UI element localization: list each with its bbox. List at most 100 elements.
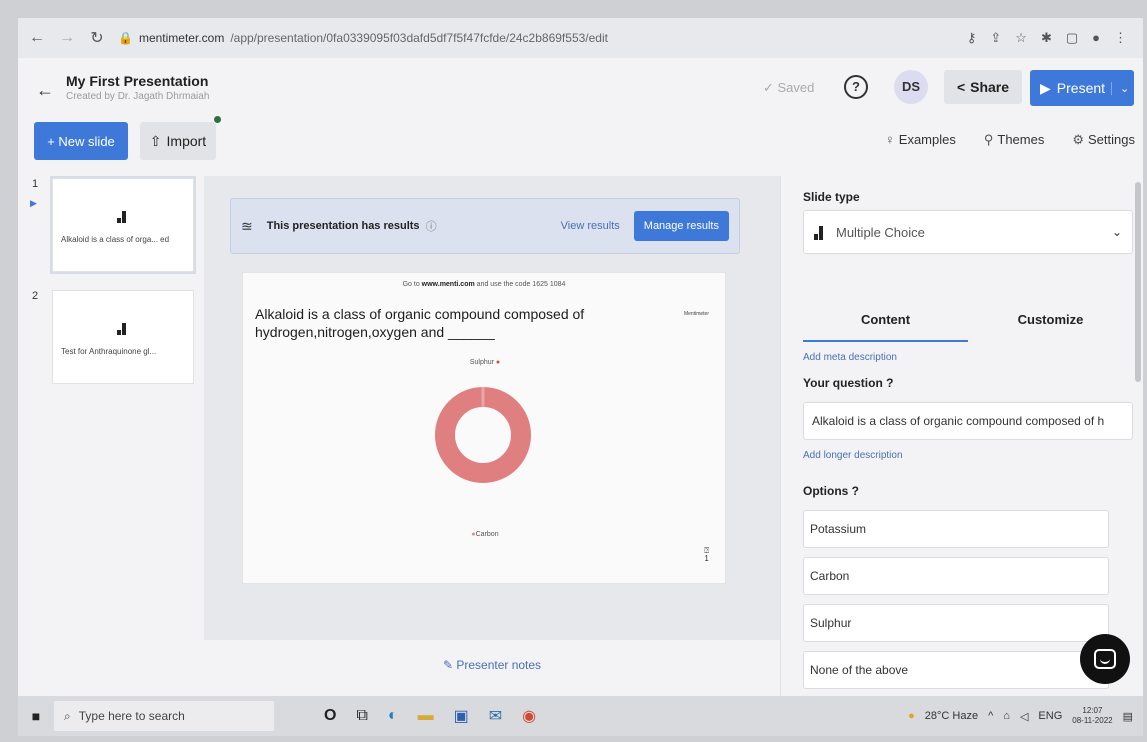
results-banner: ≊ This presentation has results ⓘ View r… — [230, 198, 740, 254]
slide-list: 1 ▶ Alkaloid is a class of orga... ed 2 … — [18, 176, 204, 686]
slide-preview[interactable]: Go to www.menti.com and use the code 162… — [242, 272, 726, 584]
screen: ← → ↻ 🔒 mentimeter.com/app/presentation/… — [18, 18, 1143, 736]
bar-chart-icon — [117, 321, 129, 335]
lightbulb-icon: ♀ — [885, 132, 895, 147]
weather-icon: ● — [908, 710, 915, 722]
clock-time: 12:07 — [1082, 705, 1103, 715]
taskbar-apps: O ⧉ ◐ ▬ ▣ ✉ ◉ — [324, 706, 536, 726]
info-icon[interactable]: ⓘ — [426, 218, 437, 234]
cortana-icon[interactable]: O — [324, 707, 336, 725]
share-icon: < — [956, 79, 966, 95]
profile-icon[interactable]: ● — [1092, 30, 1100, 46]
volume-icon[interactable]: ◁ — [1020, 710, 1028, 723]
results-chart-icon: ≊ — [241, 217, 253, 234]
legend-dot: ● — [495, 359, 501, 366]
slide-thumbnail-2[interactable]: Test for Anthraquinone gl... — [52, 290, 194, 384]
reload-icon[interactable]: ↻ — [88, 28, 106, 48]
system-tray: ● 28°C Haze ^ ⌂ ◁ ENG 12:07 08-11-2022 ▤ — [908, 706, 1143, 727]
share-label: Share — [970, 79, 1010, 95]
slide-editor: ≊ This presentation has results ⓘ View r… — [204, 176, 780, 640]
saved-label: Saved — [777, 80, 815, 95]
themes-label: Themes — [997, 132, 1045, 147]
present-label: Present — [1056, 80, 1106, 96]
option-input-2[interactable]: Carbon — [803, 557, 1109, 595]
url-domain: mentimeter.com — [138, 31, 225, 45]
mail-icon[interactable]: ✉ — [489, 706, 502, 726]
panel-scrollbar[interactable] — [1135, 182, 1141, 382]
results-banner-text: This presentation has results — [266, 220, 420, 232]
search-icon: ⌕ — [64, 708, 71, 723]
url-path: /app/presentation/0fa0339095f03dafd5df7f… — [230, 31, 608, 45]
toolbar-right: ♀ Examples ⚲ Themes ⚙ Settings — [885, 132, 1135, 148]
chrome-icon[interactable]: ◉ — [522, 706, 536, 726]
network-icon[interactable]: ⌂ — [1003, 710, 1010, 722]
chat-icon — [1094, 649, 1116, 669]
address-bar[interactable]: 🔒 mentimeter.com/app/presentation/0fa033… — [118, 25, 955, 51]
share-page-icon[interactable]: ⇪ — [990, 30, 1001, 46]
chart-label-bottom: ●Carbon — [243, 531, 727, 538]
add-meta-description-link[interactable]: Add meta description — [803, 352, 897, 363]
taskbar-search[interactable]: ⌕ Type here to search — [54, 701, 274, 731]
examples-button[interactable]: ♀ Examples — [885, 132, 956, 148]
browser-toolbar: ← → ↻ 🔒 mentimeter.com/app/presentation/… — [18, 18, 1143, 58]
lang-label[interactable]: ENG — [1038, 710, 1062, 722]
weather-text[interactable]: 28°C Haze — [925, 710, 978, 722]
new-slide-button[interactable]: + New slide — [34, 122, 128, 160]
slide-type-label: Slide type — [803, 190, 860, 204]
view-results-link[interactable]: View results — [561, 220, 620, 232]
themes-button[interactable]: ⚲ Themes — [984, 132, 1045, 148]
presenter-notes-link[interactable]: ✎ Presenter notes — [204, 658, 780, 672]
question-input[interactable]: Alkaloid is a class of organic compound … — [803, 402, 1133, 440]
task-view-icon[interactable]: ⧉ — [356, 707, 367, 725]
option-input-3[interactable]: Sulphur — [803, 604, 1109, 642]
settings-button[interactable]: ⚙ Settings — [1072, 132, 1135, 148]
chart-label-top: Sulphur ● — [243, 359, 727, 366]
chevron-down-icon[interactable]: ⌄ — [1111, 81, 1137, 95]
clock[interactable]: 12:07 08-11-2022 — [1072, 706, 1112, 727]
back-nav-icon[interactable]: ← — [28, 29, 46, 47]
chat-support-button[interactable] — [1080, 634, 1130, 684]
slide-thumbnail-text: Alkaloid is a class of orga... ed — [61, 235, 170, 244]
presentation-title[interactable]: My First Presentation — [66, 73, 208, 89]
manage-results-button[interactable]: Manage results — [633, 211, 729, 241]
chevron-up-icon[interactable]: ^ — [988, 710, 993, 722]
add-longer-description-link[interactable]: Add longer description — [803, 450, 903, 461]
chart-label-sulphur: Sulphur — [469, 359, 494, 366]
edge-icon[interactable]: ◐ — [388, 707, 398, 725]
present-button[interactable]: ▶ Present ⌄ — [1030, 70, 1134, 106]
play-icon: ▶ — [1040, 79, 1051, 96]
examples-label: Examples — [898, 132, 956, 147]
slide-type-select[interactable]: Multiple Choice ⌄ — [803, 210, 1133, 254]
slide-question: Alkaloid is a class of organic compound … — [255, 306, 585, 341]
panel-tabs: Content Customize — [803, 298, 1133, 342]
notification-dot — [214, 116, 221, 123]
your-question-label: Your question ? — [803, 376, 894, 390]
word-icon[interactable]: ▣ — [454, 706, 469, 726]
slide-thumbnail-1[interactable]: Alkaloid is a class of orga... ed — [50, 176, 196, 274]
key-icon[interactable]: ⚷ — [967, 30, 977, 46]
back-arrow-icon[interactable]: ← — [36, 80, 54, 101]
window-icon[interactable]: ▢ — [1066, 30, 1078, 46]
mentimeter-logo: Mentimeter — [683, 311, 709, 317]
extensions-icon[interactable]: ✱ — [1041, 30, 1052, 46]
help-icon[interactable]: ? — [844, 75, 868, 99]
share-button[interactable]: < Share — [944, 70, 1022, 104]
editor-toolbar: + New slide ⇧ Import ♀ Examples ⚲ Themes ⚙ S… — [18, 116, 1143, 162]
file-explorer-icon[interactable]: ▬ — [418, 707, 434, 725]
option-input-4[interactable]: None of the above — [803, 651, 1109, 689]
tab-content[interactable]: Content — [803, 298, 968, 342]
option-input-1[interactable]: Potassium — [803, 510, 1109, 548]
notification-icon[interactable]: ▤ — [1123, 710, 1133, 723]
upload-icon: ⇧ — [149, 132, 162, 149]
menu-icon[interactable]: ⋮ — [1114, 30, 1127, 46]
tab-customize[interactable]: Customize — [968, 298, 1133, 342]
current-slide-marker-icon: ▶ — [30, 198, 37, 208]
windows-start-icon[interactable]: ■ — [18, 708, 54, 724]
go-to-site: www.menti.com — [421, 281, 475, 288]
import-button[interactable]: ⇧ Import — [140, 122, 216, 160]
forward-nav-icon[interactable]: → — [58, 29, 76, 47]
star-icon[interactable]: ☆ — [1015, 30, 1027, 46]
response-count-icon: ⍰ 1 — [704, 546, 709, 563]
avatar[interactable]: DS — [894, 70, 928, 104]
taskbar-search-placeholder: Type here to search — [78, 709, 185, 723]
